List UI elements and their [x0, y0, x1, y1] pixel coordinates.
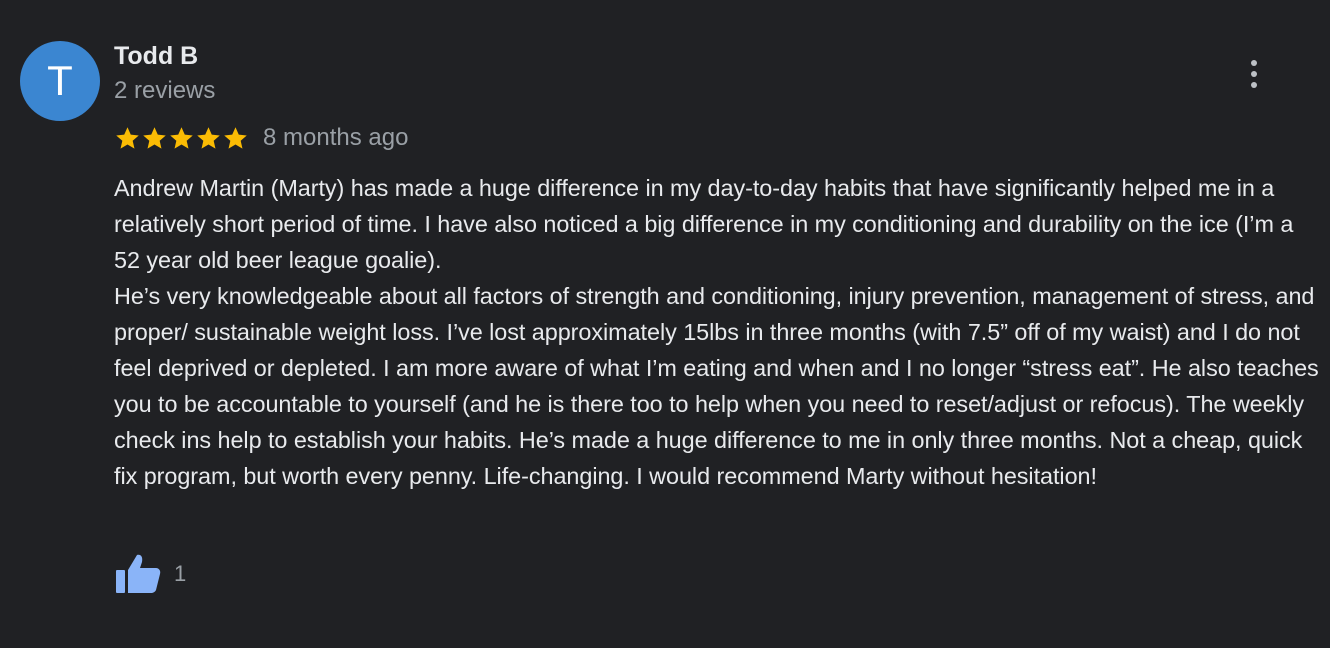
- author-review-count: 2 reviews: [114, 77, 216, 104]
- rating-row: 8 months ago: [114, 120, 408, 156]
- star-icon: [224, 126, 247, 149]
- thumbs-up-icon: [116, 554, 161, 593]
- like-button[interactable]: [114, 553, 162, 595]
- like-count: 1: [174, 561, 187, 586]
- author-name[interactable]: Todd B: [114, 41, 198, 71]
- avatar[interactable]: T: [20, 41, 100, 121]
- more-vert-icon: [1251, 60, 1257, 66]
- more-options-button[interactable]: [1238, 56, 1270, 92]
- star-icon: [170, 126, 193, 149]
- star-icon: [143, 126, 166, 149]
- review-text: Andrew Martin (Marty) has made a huge di…: [114, 175, 1319, 489]
- like-row: 1: [114, 553, 186, 595]
- star-icon: [197, 126, 220, 149]
- review-date: 8 months ago: [263, 124, 409, 151]
- star-icon: [116, 126, 139, 149]
- review-card: T Todd B 2 reviews 8 months ago Andrew M…: [0, 0, 1330, 648]
- star-rating: [114, 125, 249, 152]
